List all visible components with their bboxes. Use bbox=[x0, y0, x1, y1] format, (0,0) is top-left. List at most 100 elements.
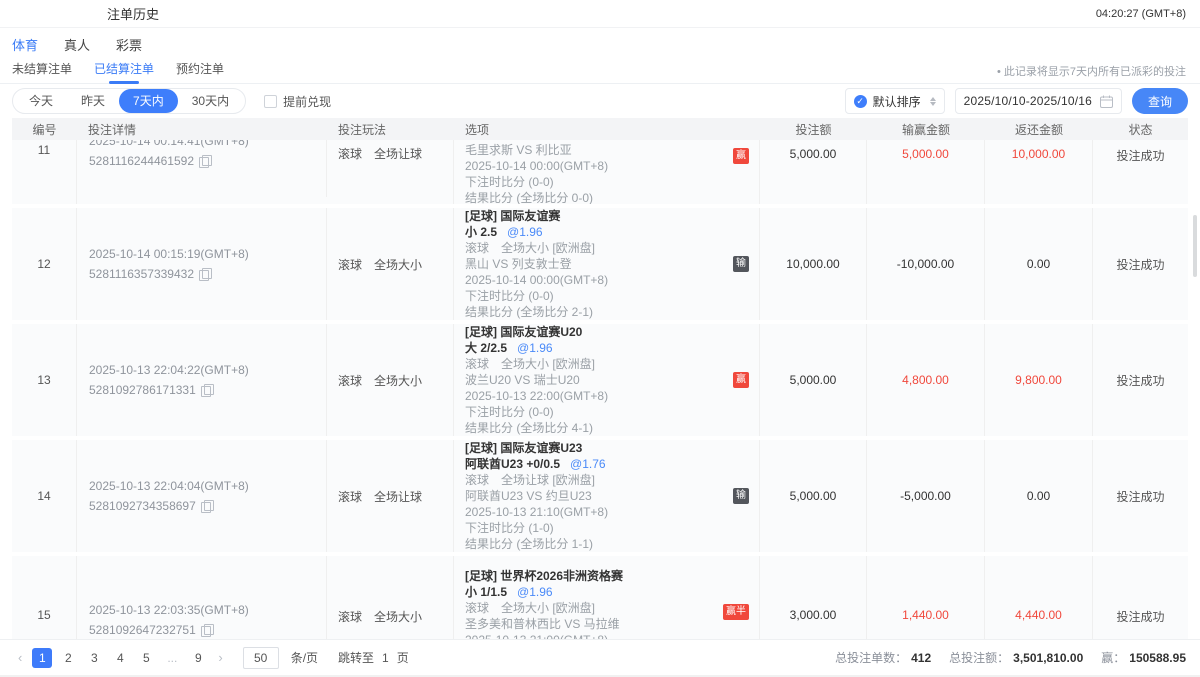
option-teams: 黑山 VS 列支敦士登 bbox=[465, 256, 572, 272]
jump-page-input[interactable]: 1 bbox=[382, 651, 389, 665]
bet-id: 5281092647232751 bbox=[89, 620, 196, 640]
bet-id: 5281116357339432 bbox=[89, 264, 194, 284]
server-time: 04:20:27 (GMT+8) bbox=[1096, 8, 1186, 20]
col-header-payout: 返还金额 bbox=[985, 121, 1093, 138]
option-market: 滚球 全场大小 [欧洲盘] bbox=[465, 600, 595, 616]
row-number: 12 bbox=[12, 208, 77, 320]
option-match-time: 2025-10-14 00:00(GMT+8) bbox=[465, 158, 608, 174]
bet-id: 5281116244461592 bbox=[89, 151, 194, 171]
row-number: 15 bbox=[12, 556, 77, 644]
tab-live[interactable]: 真人 bbox=[64, 35, 90, 54]
subtab-settled[interactable]: 已结算注单 bbox=[94, 58, 154, 84]
option-odds: @1.96 bbox=[517, 585, 553, 599]
payout-amount: 0.00 bbox=[985, 440, 1093, 552]
option-selection: 阿联酋U23 +0/0.5 bbox=[465, 457, 560, 471]
option-bet-score: 下注时比分 (0-0) bbox=[465, 288, 554, 304]
jump-suffix: 页 bbox=[397, 649, 409, 666]
bet-status: 投注成功 bbox=[1093, 140, 1188, 204]
page-9[interactable]: 9 bbox=[188, 648, 208, 668]
col-header-detail: 投注详情 bbox=[77, 121, 327, 138]
date-range-value: 2025/10/10-2025/10/16 bbox=[964, 94, 1092, 108]
total-count-value: 412 bbox=[911, 651, 931, 665]
cashout-checkbox[interactable] bbox=[264, 95, 277, 108]
total-win-label: 赢： bbox=[1101, 651, 1125, 665]
options-cell: [足球] 国际友谊赛 小 2.5@1.96 滚球 全场大小 [欧洲盘] 黑山 V… bbox=[454, 208, 760, 320]
bet-time: 2025-10-13 22:04:22(GMT+8) bbox=[89, 360, 249, 380]
winloss-amount: -5,000.00 bbox=[867, 440, 985, 552]
bet-amount: 10,000.00 bbox=[760, 208, 867, 320]
bet-amount: 5,000.00 bbox=[760, 440, 867, 552]
chip-yesterday[interactable]: 昨天 bbox=[67, 89, 119, 113]
vertical-scrollbar[interactable] bbox=[1193, 215, 1197, 277]
query-button[interactable]: 查询 bbox=[1132, 88, 1188, 114]
table-row: 15 2025-10-13 22:03:35(GMT+8) 5281092647… bbox=[12, 556, 1188, 644]
option-odds: @1.96 bbox=[507, 225, 543, 239]
payout-amount: 4,440.00 bbox=[985, 556, 1093, 644]
copy-icon[interactable] bbox=[201, 624, 212, 636]
options-cell: 毛里求斯 VS 利比亚 2025-10-14 00:00(GMT+8) 下注时比… bbox=[454, 140, 760, 204]
total-amount-label: 总投注额： bbox=[949, 651, 1009, 665]
copy-icon[interactable] bbox=[201, 500, 212, 512]
sort-select[interactable]: ✓ 默认排序 bbox=[845, 88, 945, 114]
result-badge: 赢 bbox=[733, 372, 749, 388]
winloss-amount: 4,800.00 bbox=[867, 324, 985, 436]
option-league: [足球] 国际友谊赛 bbox=[465, 208, 560, 224]
page-title: 注单历史 bbox=[107, 4, 159, 23]
chip-30days[interactable]: 30天内 bbox=[178, 89, 243, 113]
bet-status: 投注成功 bbox=[1093, 440, 1188, 552]
bet-id: 5281092734358697 bbox=[89, 496, 196, 516]
category-tabs: 体育 真人 彩票 bbox=[0, 28, 1200, 58]
bet-id: 5281092786171331 bbox=[89, 380, 196, 400]
chip-today[interactable]: 今天 bbox=[15, 89, 67, 113]
copy-icon[interactable] bbox=[199, 155, 210, 167]
page-2[interactable]: 2 bbox=[58, 648, 78, 668]
prev-page-icon[interactable]: ‹ bbox=[14, 650, 26, 665]
row-number: 11 bbox=[12, 140, 77, 204]
page-size-select[interactable]: 50 bbox=[243, 647, 279, 669]
settlement-subtabs: 未结算注单 已结算注单 预约注单 • 此记录将显示7天内所有已派彩的投注 bbox=[0, 58, 1200, 84]
subtab-reserved[interactable]: 预约注单 bbox=[176, 58, 224, 84]
date-range-picker[interactable]: 2025/10/10-2025/10/16 bbox=[955, 88, 1122, 114]
option-selection: 小 2.5 bbox=[465, 225, 497, 239]
page-4[interactable]: 4 bbox=[110, 648, 130, 668]
table-row: 11 2025-10-14 00:14:41(GMT+8) 5281116244… bbox=[12, 140, 1188, 204]
tab-sports[interactable]: 体育 bbox=[12, 35, 38, 54]
check-circle-icon: ✓ bbox=[854, 95, 867, 108]
option-match-time: 2025-10-14 00:00(GMT+8) bbox=[465, 272, 608, 288]
bet-amount: 5,000.00 bbox=[760, 324, 867, 436]
record-note: • 此记录将显示7天内所有已派彩的投注 bbox=[997, 63, 1186, 79]
bet-detail-cell: 2025-10-14 00:15:19(GMT+8) 5281116357339… bbox=[77, 208, 327, 320]
bet-status: 投注成功 bbox=[1093, 208, 1188, 320]
copy-icon[interactable] bbox=[201, 384, 212, 396]
next-page-icon[interactable]: › bbox=[214, 650, 226, 665]
calendar-icon bbox=[1100, 95, 1113, 108]
table-body[interactable]: 11 2025-10-14 00:14:41(GMT+8) 5281116244… bbox=[12, 140, 1188, 644]
option-bet-score: 下注时比分 (0-0) bbox=[465, 174, 554, 190]
bet-time: 2025-10-13 22:03:35(GMT+8) bbox=[89, 600, 249, 620]
col-header-bet: 投注额 bbox=[760, 121, 867, 138]
copy-icon[interactable] bbox=[199, 268, 210, 280]
col-header-play: 投注玩法 bbox=[327, 121, 454, 138]
cashout-filter[interactable]: 提前兑现 bbox=[264, 93, 331, 110]
tab-lottery[interactable]: 彩票 bbox=[116, 35, 142, 54]
total-amount-value: 3,501,810.00 bbox=[1013, 651, 1083, 665]
play-type: 滚球 全场大小 bbox=[327, 324, 454, 436]
page-3[interactable]: 3 bbox=[84, 648, 104, 668]
option-match-time: 2025-10-13 21:10(GMT+8) bbox=[465, 504, 608, 520]
subtab-unsettled[interactable]: 未结算注单 bbox=[12, 58, 72, 84]
payout-amount: 0.00 bbox=[985, 208, 1093, 320]
filter-bar: 今天 昨天 7天内 30天内 提前兑现 ✓ 默认排序 2025/10/10-20… bbox=[0, 84, 1200, 118]
page-5[interactable]: 5 bbox=[136, 648, 156, 668]
chip-7days[interactable]: 7天内 bbox=[119, 89, 178, 113]
option-bet-score: 下注时比分 (0-0) bbox=[465, 404, 554, 420]
bet-amount: 3,000.00 bbox=[760, 556, 867, 644]
page-ellipsis[interactable]: ... bbox=[162, 648, 182, 668]
option-selection: 大 2/2.5 bbox=[465, 341, 507, 355]
page-1[interactable]: 1 bbox=[32, 648, 52, 668]
winloss-amount: 5,000.00 bbox=[867, 140, 985, 204]
options-cell: [足球] 世界杯2026非洲资格赛 小 1/1.5@1.96 滚球 全场大小 [… bbox=[454, 556, 760, 644]
option-odds: @1.96 bbox=[517, 341, 553, 355]
bet-detail-cell: 2025-10-14 00:14:41(GMT+8) 5281116244461… bbox=[77, 140, 327, 197]
table-row: 12 2025-10-14 00:15:19(GMT+8) 5281116357… bbox=[12, 208, 1188, 320]
row-number: 14 bbox=[12, 440, 77, 552]
